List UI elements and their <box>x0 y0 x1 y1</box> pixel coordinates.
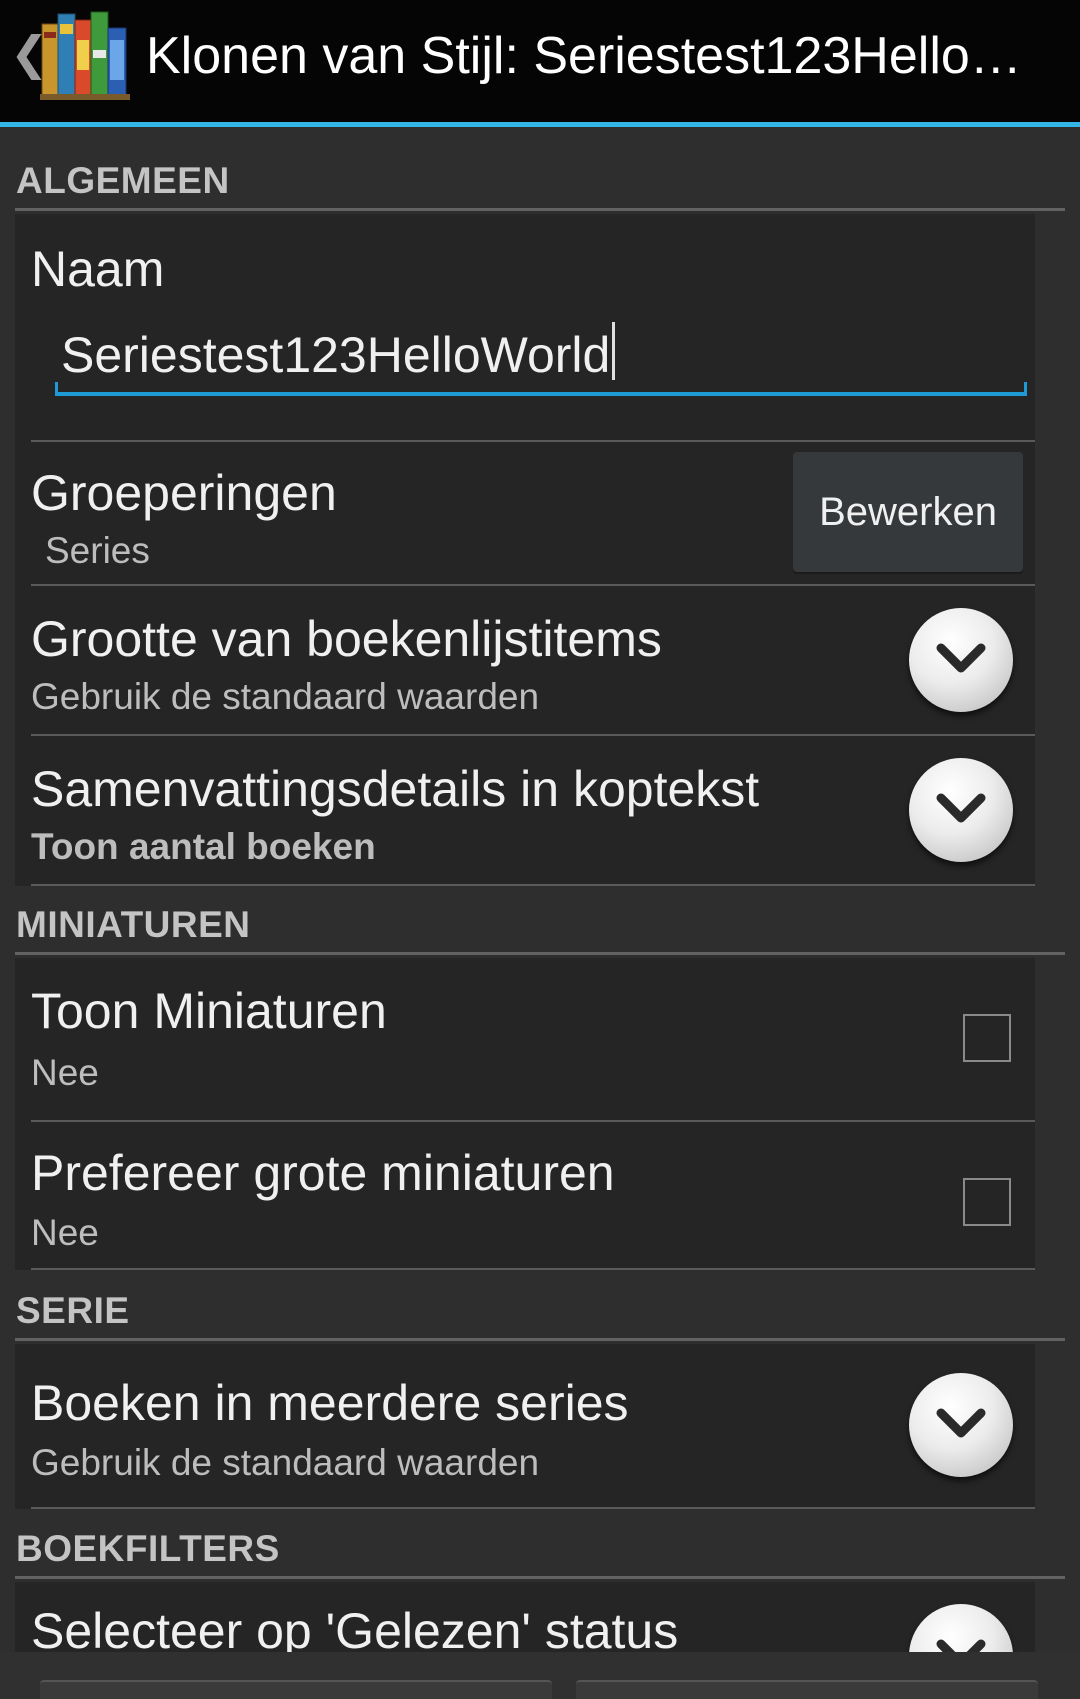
bottom-button-right[interactable] <box>576 1680 1038 1699</box>
divider <box>31 884 1035 886</box>
grote-miniaturen-checkbox[interactable] <box>963 1178 1011 1226</box>
pref-grote-miniaturen[interactable]: Prefereer grote miniaturen Nee <box>15 1122 1035 1270</box>
category-title: ALGEMEEN <box>16 160 230 201</box>
pref-title: Boeken in meerdere series <box>31 1375 629 1431</box>
pref-samenvattingsdetails[interactable]: Samenvattingsdetails in koptekst Toon aa… <box>15 736 1035 886</box>
action-bar: ❮ Klonen van Stijl: Seriestest123Hello… <box>0 0 1080 127</box>
pref-summary: Series <box>45 530 150 571</box>
dropdown-button[interactable] <box>909 758 1013 862</box>
pref-summary: Nee <box>31 1052 99 1093</box>
name-field-value[interactable]: Seriestest123HelloWorld <box>61 322 616 384</box>
preferences-list[interactable]: ALGEMEEN Naam Seriestest123HelloWorld Gr… <box>0 127 1080 1652</box>
input-underline <box>55 392 1027 396</box>
toon-miniaturen-checkbox[interactable] <box>963 1014 1011 1062</box>
chevron-down-icon <box>936 793 986 823</box>
category-header-miniaturen: MINIATUREN <box>15 895 1065 955</box>
name-field[interactable]: Seriestest123HelloWorld <box>41 312 1027 396</box>
category-header-boekfilters: BOEKFILTERS <box>15 1519 1065 1579</box>
bottom-button-left[interactable] <box>40 1680 552 1699</box>
pref-summary: Gebruik de standaard waarden <box>31 1442 540 1483</box>
pref-title: Prefereer grote miniaturen <box>31 1145 615 1201</box>
pref-title: Naam <box>31 241 165 297</box>
chevron-down-icon <box>936 1408 986 1438</box>
pref-title: Grootte van boekenlijstitems <box>31 611 662 667</box>
pref-boeken-meerdere-series[interactable]: Boeken in meerdere series Gebruik de sta… <box>15 1344 1035 1509</box>
divider <box>31 1507 1035 1509</box>
category-header-serie: SERIE <box>15 1281 1065 1341</box>
page-title: Klonen van Stijl: Seriestest123Hello… <box>146 27 1022 85</box>
text-caret <box>612 322 616 380</box>
books-app-icon[interactable] <box>40 10 130 102</box>
pref-title: Selecteer op 'Gelezen' status <box>31 1603 679 1652</box>
category-title: MINIATUREN <box>16 904 251 945</box>
chevron-down-icon <box>936 1639 986 1652</box>
pref-title: Groeperingen <box>31 465 337 521</box>
pref-gelezen-status[interactable]: Selecteer op 'Gelezen' status <box>15 1582 1035 1652</box>
pref-grootte-boekenlijstitems[interactable]: Grootte van boekenlijstitems Gebruik de … <box>15 586 1035 736</box>
input-underline-right-tick <box>1024 382 1027 396</box>
pref-title: Samenvattingsdetails in koptekst <box>31 761 760 817</box>
input-underline-left-tick <box>55 382 58 396</box>
category-title: BOEKFILTERS <box>16 1528 280 1569</box>
category-header-algemeen: ALGEMEEN <box>15 151 1065 211</box>
chevron-down-icon <box>936 643 986 673</box>
pref-title: Toon Miniaturen <box>31 983 387 1039</box>
divider <box>31 1268 1035 1270</box>
pref-toon-miniaturen[interactable]: Toon Miniaturen Nee <box>15 958 1035 1122</box>
dropdown-button[interactable] <box>909 608 1013 712</box>
pref-summary: Toon aantal boeken <box>31 826 376 867</box>
edit-groups-button[interactable]: Bewerken <box>793 452 1023 572</box>
dropdown-button[interactable] <box>909 1604 1013 1652</box>
pref-groeperingen[interactable]: Groeperingen Series Bewerken <box>15 442 1035 586</box>
dropdown-button[interactable] <box>909 1373 1013 1477</box>
pref-summary: Nee <box>31 1212 99 1253</box>
pref-summary: Gebruik de standaard waarden <box>31 676 540 717</box>
pref-naam: Naam Seriestest123HelloWorld <box>15 214 1035 442</box>
category-title: SERIE <box>16 1290 130 1331</box>
